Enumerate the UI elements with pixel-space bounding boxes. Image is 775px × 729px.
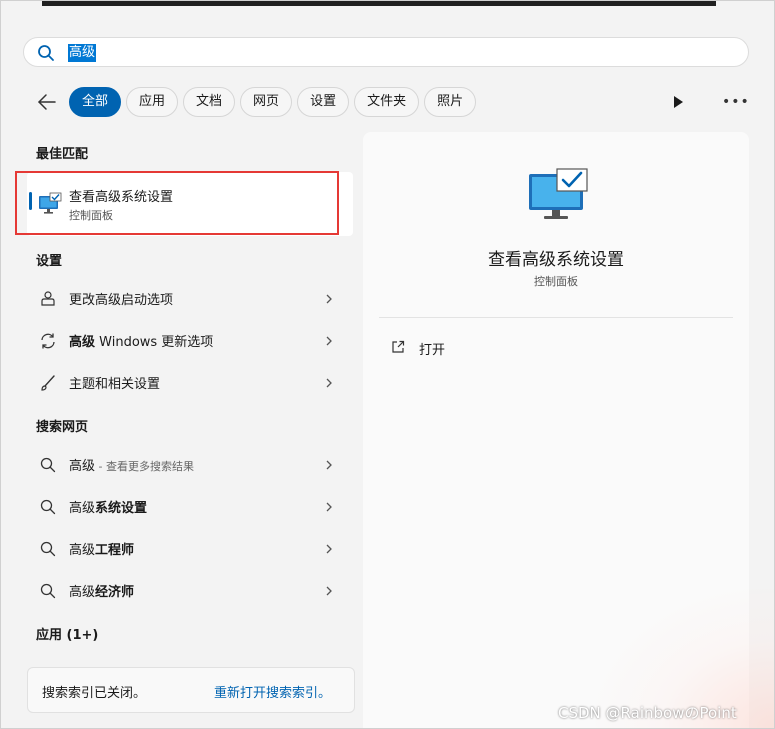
chevron-right-icon (326, 294, 332, 304)
watermark: CSDN @RainbowのPoint (558, 704, 737, 722)
open-external-icon (392, 340, 405, 353)
reenable-index-link[interactable]: 重新打开搜索索引。 (214, 682, 331, 701)
startup-icon (41, 291, 55, 306)
best-match-title: 查看高级系统设置 (69, 190, 174, 205)
web-result-text: 经济师 (95, 585, 135, 600)
web-result-engineer[interactable]: 高级工程师 (27, 529, 353, 567)
web-result-label: 高级 (69, 585, 96, 600)
web-result-system-settings[interactable]: 高级系统设置 (27, 487, 353, 525)
tab-web[interactable]: 网页 (240, 87, 293, 117)
divider (379, 317, 733, 318)
play-icon[interactable] (672, 95, 684, 109)
web-result-label: 高级 (69, 543, 96, 558)
web-result-text: 工程师 (95, 543, 135, 558)
settings-item-bold: 高级 (69, 335, 96, 350)
web-search-heading: 搜索网页 (36, 420, 89, 435)
open-button[interactable]: 打开 (379, 332, 499, 362)
search-icon (38, 45, 54, 61)
chevron-right-icon (326, 586, 332, 596)
chevron-right-icon (326, 336, 332, 346)
open-label: 打开 (419, 343, 446, 358)
settings-item-label: 主题和相关设置 (69, 377, 161, 392)
settings-item-advanced-startup[interactable]: 更改高级启动选项 (27, 279, 353, 317)
chevron-right-icon (326, 544, 332, 554)
detail-panel: 查看高级系统设置 控制面板 打开 (363, 132, 749, 729)
chevron-right-icon (326, 502, 332, 512)
detail-title: 查看高级系统设置 (488, 250, 624, 270)
tab-folders[interactable]: 文件夹 (354, 87, 420, 117)
tab-all[interactable]: 全部 (69, 87, 122, 117)
apps-heading: 应用 (1+) (36, 628, 99, 643)
web-result-suffix: - 查看更多搜索结果 (95, 460, 194, 473)
settings-item-windows-update[interactable]: 高级 Windows 更新选项 (27, 321, 353, 359)
index-notice-text: 搜索索引已关闭。 (42, 686, 147, 701)
search-query[interactable]: 高级 (68, 44, 97, 62)
system-settings-monitor-icon (39, 192, 62, 214)
search-icon (40, 541, 56, 557)
chevron-right-icon (326, 460, 332, 470)
search-icon (40, 499, 56, 515)
detail-subtitle: 控制面板 (534, 275, 578, 288)
web-result-label: 高级 (69, 501, 96, 516)
settings-item-label: 更改高级启动选项 (69, 293, 174, 308)
selection-indicator (29, 192, 32, 210)
tab-apps[interactable]: 应用 (126, 87, 179, 117)
more-options-icon[interactable]: ••• (722, 94, 749, 110)
brush-icon (41, 375, 55, 391)
search-icon (40, 457, 56, 473)
web-result-economist[interactable]: 高级经济师 (27, 571, 353, 609)
search-index-notice: 搜索索引已关闭。 重新打开搜索索引。 (27, 667, 355, 713)
best-match-heading: 最佳匹配 (36, 147, 89, 162)
search-icon (40, 583, 56, 599)
tab-settings[interactable]: 设置 (297, 87, 350, 117)
search-input[interactable]: 高级 (23, 37, 749, 67)
back-arrow-icon[interactable] (36, 92, 58, 112)
settings-item-label: Windows 更新选项 (95, 335, 214, 350)
tab-documents[interactable]: 文档 (183, 87, 236, 117)
web-result-label: 高级 (69, 459, 96, 474)
chevron-right-icon (326, 378, 332, 388)
best-match-subtitle: 控制面板 (69, 209, 113, 222)
settings-item-themes[interactable]: 主题和相关设置 (27, 363, 353, 401)
system-settings-monitor-icon (529, 168, 588, 219)
settings-heading: 设置 (36, 254, 63, 269)
filter-tabs: 全部 应用 文档 网页 设置 文件夹 照片 (69, 87, 477, 117)
best-match-item[interactable]: 查看高级系统设置 控制面板 (27, 172, 353, 236)
web-result-more[interactable]: 高级 - 查看更多搜索结果 (27, 445, 353, 483)
tab-photos[interactable]: 照片 (424, 87, 477, 117)
top-edge-bar (42, 0, 716, 6)
web-result-text: 系统设置 (95, 501, 148, 516)
update-refresh-icon (41, 333, 55, 349)
